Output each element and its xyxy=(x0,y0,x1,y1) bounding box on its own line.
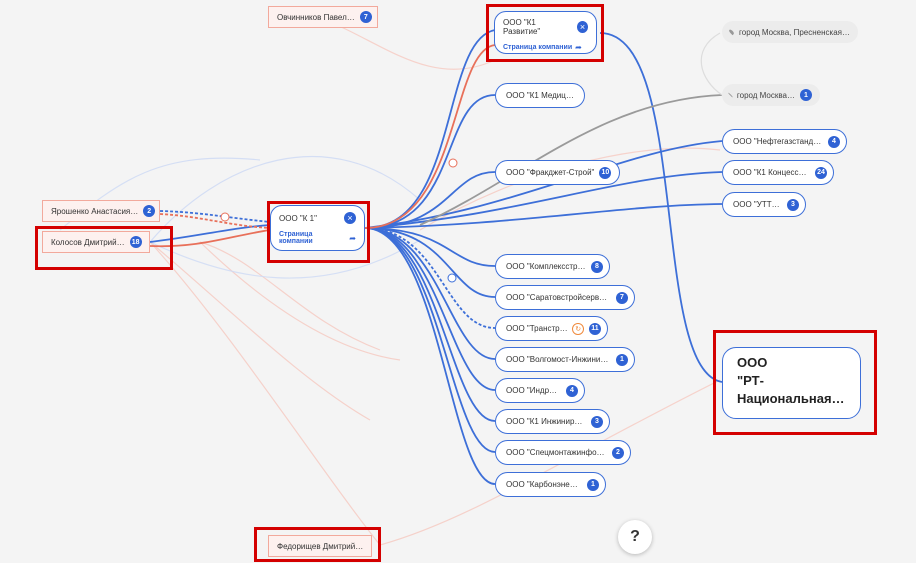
highlight-box xyxy=(35,226,173,270)
company-node[interactable]: ООО "Транстрой" ↻ 11 xyxy=(495,316,608,341)
company-node[interactable]: ООО "К1 Медицина" xyxy=(495,83,585,108)
edge-marker xyxy=(447,273,457,283)
company-label: ООО "Фракджет-Строй" xyxy=(506,168,595,177)
company-label: ООО "К1 Концессии" xyxy=(733,168,810,177)
count-badge: 1 xyxy=(616,353,628,366)
company-node[interactable]: ООО "Волгомост-Инжинир… 1 xyxy=(495,347,635,372)
company-node[interactable]: ООО "Нефтегазстандарт" 4 xyxy=(722,129,847,154)
edge-marker xyxy=(448,158,458,168)
company-label: ООО "Волгомост-Инжинир… xyxy=(506,355,611,364)
company-node[interactable]: ООО "Саратовстройсервис… 7 xyxy=(495,285,635,310)
count-badge: 4 xyxy=(828,135,840,148)
address-node[interactable]: город Москва… 1 xyxy=(722,84,820,106)
edge-marker xyxy=(220,212,230,222)
company-node[interactable]: ООО "Фракджет-Строй" 10 xyxy=(495,160,620,185)
company-label: ООО "Карбонэнерго" xyxy=(506,480,582,489)
company-node[interactable]: ООО "Карбонэнерго" 1 xyxy=(495,472,606,497)
person-label: Ярошенко Анастасия… xyxy=(51,206,139,216)
company-node[interactable]: ООО "Комплексстрой" 8 xyxy=(495,254,610,279)
highlight-box xyxy=(713,330,877,435)
company-node[interactable]: ООО "Индрайв" 4 xyxy=(495,378,585,403)
count-badge: 7 xyxy=(359,11,372,23)
help-label: ? xyxy=(630,528,640,545)
address-label: город Москва, Пресненская… xyxy=(739,27,850,37)
count-badge: 2 xyxy=(143,205,156,217)
company-label: ООО "К1 Медицина" xyxy=(506,91,578,100)
highlight-box xyxy=(486,4,604,62)
address-node[interactable]: город Москва, Пресненская… xyxy=(722,21,858,43)
company-label: ООО "Комплексстрой" xyxy=(506,262,586,271)
count-badge: 4 xyxy=(566,384,578,397)
count-badge: 2 xyxy=(612,446,624,459)
person-label: Овчинников Павел… xyxy=(277,12,355,22)
count-badge: 3 xyxy=(591,415,603,428)
person-node[interactable]: Овчинников Павел… 7 xyxy=(268,6,378,28)
highlight-box xyxy=(267,201,370,263)
count-badge: 11 xyxy=(589,322,601,335)
company-node[interactable]: ООО "К1 Инжиниринг" 3 xyxy=(495,409,610,434)
location-pin-icon xyxy=(728,28,735,36)
count-badge: 10 xyxy=(599,166,612,179)
highlight-box xyxy=(254,527,381,562)
count-badge: 1 xyxy=(800,89,812,101)
company-label: ООО "К1 Инжиниринг" xyxy=(506,417,586,426)
dashed-edge xyxy=(364,227,496,329)
company-node[interactable]: ООО "УТТИСТ" 3 xyxy=(722,192,806,217)
count-badge: 7 xyxy=(616,291,628,304)
count-badge: 8 xyxy=(591,260,603,273)
count-badge: 24 xyxy=(815,166,827,179)
location-pin-icon xyxy=(728,92,733,98)
person-node[interactable]: Ярошенко Анастасия… 2 xyxy=(42,200,160,222)
address-label: город Москва… xyxy=(736,90,795,100)
company-label: ООО "УТТИСТ" xyxy=(733,200,782,209)
refresh-icon: ↻ xyxy=(572,322,584,335)
company-label: ООО "Транстрой" xyxy=(506,324,569,333)
company-label: ООО "Нефтегазстандарт" xyxy=(733,137,823,146)
company-label: ООО "Саратовстройсервис… xyxy=(506,293,611,302)
address-edge xyxy=(700,32,723,96)
company-node[interactable]: ООО "К1 Концессии" 24 xyxy=(722,160,834,185)
help-button[interactable]: ? xyxy=(618,520,652,554)
company-label: ООО "Индрайв" xyxy=(506,386,561,395)
count-badge: 3 xyxy=(787,198,799,211)
company-label: ООО "Спецмонтажинформ" xyxy=(506,448,607,457)
company-node[interactable]: ООО "Спецмонтажинформ" 2 xyxy=(495,440,631,465)
count-badge: 1 xyxy=(587,478,599,491)
